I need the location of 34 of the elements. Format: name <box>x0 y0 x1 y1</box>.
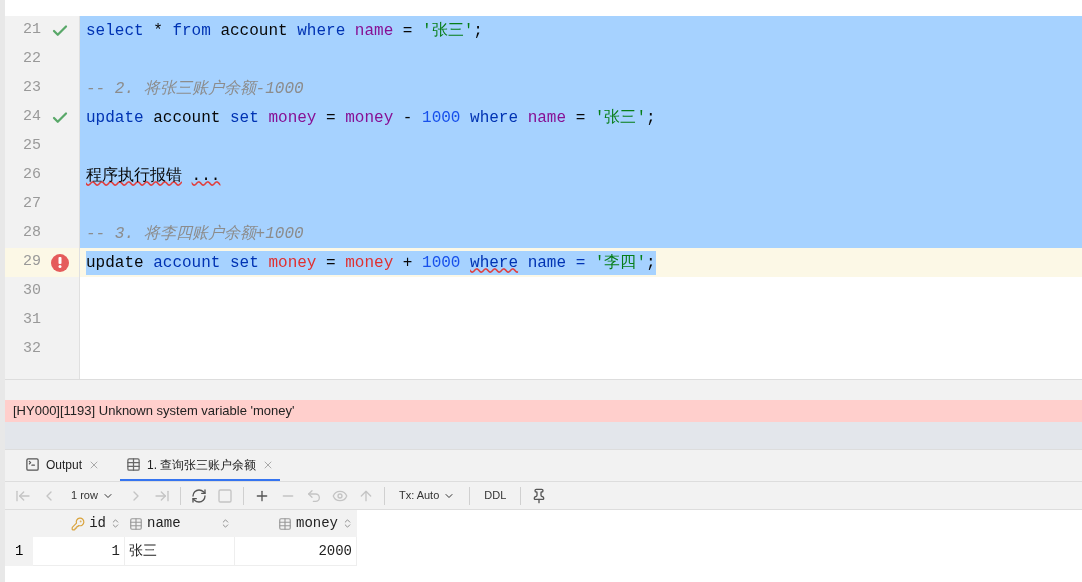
sort-icon[interactable] <box>110 518 121 529</box>
line-number: 21 <box>22 20 41 41</box>
line-number: 31 <box>22 310 41 331</box>
table-cell: 张三 <box>125 537 235 566</box>
sort-icon[interactable] <box>342 518 353 529</box>
ddl-button[interactable]: DDL <box>480 487 511 504</box>
line-number: 27 <box>22 194 41 215</box>
error-message: [HY000][1193] Unknown system variable 'money' <box>5 400 1082 422</box>
dropdown-button[interactable]: Tx: Auto <box>394 487 460 504</box>
dropdown-button[interactable]: 1 row <box>67 487 118 504</box>
column-header[interactable]: name <box>125 510 235 537</box>
table-icon <box>126 457 142 472</box>
table-cell: 2000 <box>235 537 357 566</box>
error-icon <box>51 253 69 272</box>
refresh-icon[interactable] <box>190 487 207 504</box>
line-number: 26 <box>22 165 41 186</box>
line-number: 25 <box>22 136 41 157</box>
line-number: 28 <box>22 223 41 244</box>
column-header[interactable]: id <box>33 510 125 537</box>
tab[interactable]: Output <box>19 450 107 481</box>
line-number: 24 <box>22 107 41 128</box>
table-cell: 1 <box>33 537 125 566</box>
line-number: 32 <box>22 339 41 360</box>
column-header[interactable]: money <box>235 510 357 537</box>
line-number: 29 <box>22 252 41 273</box>
line-number: 30 <box>22 281 41 302</box>
line-number: 22 <box>22 49 41 70</box>
key-icon <box>71 516 86 531</box>
column-icon <box>278 516 292 531</box>
line-number: 23 <box>22 78 41 99</box>
row-number: 1 <box>5 537 33 566</box>
console-icon <box>25 457 40 472</box>
sort-icon[interactable] <box>220 518 231 529</box>
column-icon <box>129 516 143 531</box>
